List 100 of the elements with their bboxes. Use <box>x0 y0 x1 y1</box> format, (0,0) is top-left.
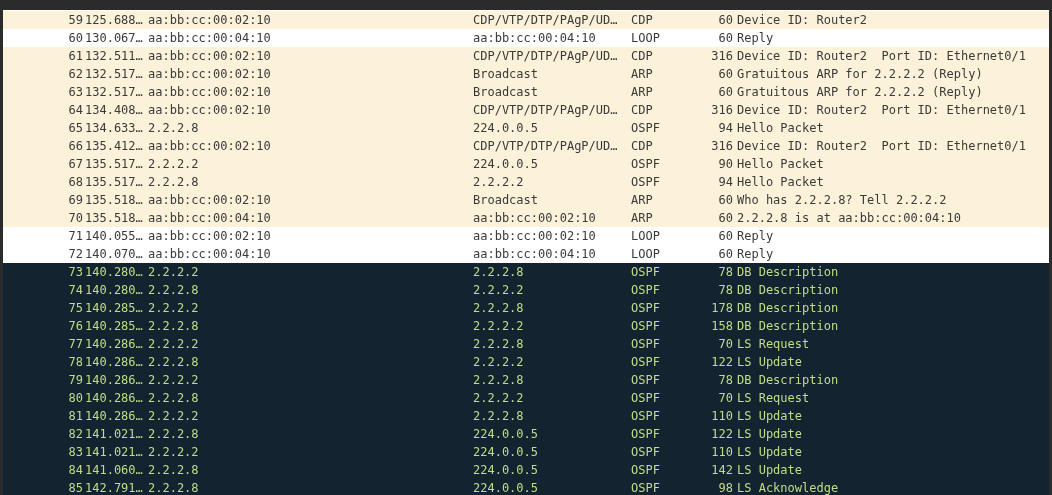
length-cell-text: 94 <box>717 120 733 137</box>
destination-cell-text: Broadcast <box>473 66 540 83</box>
length-cell-text: 60 <box>717 246 733 263</box>
packet-row[interactable]: 65 134.633… 2.2.2.8 224.0.0.5 OSPF 94 Hello Packet <box>3 119 1049 137</box>
length-cell-text: 316 <box>710 48 733 65</box>
info-cell-text: Device ID: Router2 Port ID: Ethernet0/1 <box>736 102 1027 119</box>
protocol-cell-text: OSPF <box>631 174 661 191</box>
destination-cell-text: CDP/VTP/DTP/PAgP/UD… <box>473 12 619 29</box>
packet-row[interactable]: 82 141.021… 2.2.2.8 224.0.0.5 OSPF 122 LS Update <box>3 425 1049 443</box>
protocol-cell-text: ARP <box>631 84 654 101</box>
protocol-cell-text: CDP <box>631 48 654 65</box>
number-cell-text: 71 <box>67 228 84 245</box>
packet-row[interactable]: 66 135.412… aa:bb:cc:00:02:10 CDP/VTP/DTP/PAgP/UD… CDP 316 Device ID: Router2 Port ID: Ethernet0/1 <box>3 137 1049 155</box>
destination-cell-text: 2.2.2.2 <box>473 282 525 299</box>
info-cell-text: LS Update <box>736 426 804 443</box>
protocol-cell-text: OSPF <box>631 156 661 173</box>
info-cell-text: Gratuitous ARP for 2.2.2.2 (Reply) <box>736 84 984 101</box>
source-cell-text: aa:bb:cc:00:02:10 <box>147 228 272 245</box>
packet-row[interactable]: 62 132.517… aa:bb:cc:00:02:10 Broadcast ARP 60 Gratuitous ARP for 2.2.2.2 (Reply) <box>3 65 1049 83</box>
protocol-cell-text: CDP <box>631 12 654 29</box>
info-cell-text: 2.2.2.8 is at aa:bb:cc:00:04:10 <box>736 210 962 227</box>
number-cell-text: 81 <box>67 408 84 425</box>
destination-cell-text: CDP/VTP/DTP/PAgP/UD… <box>473 48 619 65</box>
packet-row[interactable]: 77 140.286… 2.2.2.2 2.2.2.8 OSPF 70 LS Request <box>3 335 1049 353</box>
protocol-cell-text: LOOP <box>631 30 661 47</box>
number-cell-text: 72 <box>67 246 84 263</box>
number-cell-text: 77 <box>67 336 84 353</box>
packet-row[interactable]: 84 141.060… 2.2.2.8 224.0.0.5 OSPF 142 LS Update <box>3 461 1049 479</box>
source-cell-text: 2.2.2.2 <box>147 372 200 389</box>
info-cell-text: DB Description <box>736 318 840 335</box>
destination-cell-text: 2.2.2.8 <box>473 264 525 281</box>
info-cell-text: Hello Packet <box>736 156 825 173</box>
length-cell-text: 70 <box>717 390 733 407</box>
protocol-cell-text: OSPF <box>631 444 661 461</box>
packet-row[interactable]: 83 141.021… 2.2.2.2 224.0.0.5 OSPF 110 LS Update <box>3 443 1049 461</box>
protocol-cell-text: OSPF <box>631 426 661 443</box>
source-cell-text: 2.2.2.8 <box>147 354 200 371</box>
length-cell-text: 60 <box>717 84 733 101</box>
length-cell-text: 122 <box>710 426 733 443</box>
length-cell-text: 60 <box>717 12 733 29</box>
destination-cell-text: 2.2.2.2 <box>473 354 525 371</box>
source-cell-text: aa:bb:cc:00:04:10 <box>147 210 272 227</box>
info-cell-text: Device ID: Router2 Port ID: Ethernet0/1 <box>736 138 1027 155</box>
destination-cell-text: Broadcast <box>473 192 540 209</box>
packet-row[interactable]: 73 140.280… 2.2.2.2 2.2.2.8 OSPF 78 DB Description <box>3 263 1049 281</box>
packet-row[interactable]: 78 140.286… 2.2.2.8 2.2.2.2 OSPF 122 LS Update <box>3 353 1049 371</box>
source-cell-text: aa:bb:cc:00:02:10 <box>147 84 272 101</box>
packet-row[interactable]: 68 135.517… 2.2.2.8 2.2.2.2 OSPF 94 Hello Packet <box>3 173 1049 191</box>
packet-row[interactable]: 59 125.688… aa:bb:cc:00:02:10 CDP/VTP/DTP/PAgP/UD… CDP 60 Device ID: Router2 <box>3 11 1049 29</box>
packet-row[interactable]: 64 134.408… aa:bb:cc:00:02:10 CDP/VTP/DTP/PAgP/UD… CDP 316 Device ID: Router2 Port ID: Ethernet0/1 <box>3 101 1049 119</box>
source-cell-text: 2.2.2.8 <box>147 462 200 479</box>
packet-row[interactable]: 79 140.286… 2.2.2.2 2.2.2.8 OSPF 78 DB Description <box>3 371 1049 389</box>
packet-row[interactable]: 63 132.517… aa:bb:cc:00:02:10 Broadcast ARP 60 Gratuitous ARP for 2.2.2.2 (Reply) <box>3 83 1049 101</box>
info-cell-text: LS Request <box>736 336 811 353</box>
packet-row[interactable]: 85 142.791… 2.2.2.8 224.0.0.5 OSPF 98 LS Acknowledge <box>3 479 1049 495</box>
number-cell-text: 76 <box>67 318 84 335</box>
protocol-cell-text: OSPF <box>631 282 661 299</box>
packet-row[interactable]: 81 140.286… 2.2.2.2 2.2.2.8 OSPF 110 LS Update <box>3 407 1049 425</box>
info-cell-text: LS Update <box>736 408 804 425</box>
packet-row[interactable]: 76 140.285… 2.2.2.8 2.2.2.2 OSPF 158 DB Description <box>3 317 1049 335</box>
number-cell-text: 65 <box>67 120 84 137</box>
protocol-cell-text: ARP <box>631 210 654 227</box>
destination-cell-text: 224.0.0.5 <box>473 156 540 173</box>
number-cell-text: 79 <box>67 372 84 389</box>
length-cell-text: 178 <box>710 300 733 317</box>
number-cell-text: 69 <box>67 192 84 209</box>
destination-cell-text: CDP/VTP/DTP/PAgP/UD… <box>473 138 619 155</box>
packet-row[interactable]: 69 135.518… aa:bb:cc:00:02:10 Broadcast ARP 60 Who has 2.2.2.8? Tell 2.2.2.2 <box>3 191 1049 209</box>
source-cell-text: aa:bb:cc:00:02:10 <box>147 48 272 65</box>
packet-row[interactable]: 75 140.285… 2.2.2.2 2.2.2.8 OSPF 178 DB Description <box>3 299 1049 317</box>
packet-row[interactable]: 74 140.280… 2.2.2.8 2.2.2.2 OSPF 78 DB Description <box>3 281 1049 299</box>
length-cell-text: 316 <box>710 138 733 155</box>
source-cell-text: aa:bb:cc:00:02:10 <box>147 138 272 155</box>
protocol-cell-text: LOOP <box>631 246 661 263</box>
protocol-cell-text: LOOP <box>631 228 661 245</box>
length-cell-text: 60 <box>717 66 733 83</box>
destination-cell-text: 2.2.2.2 <box>473 318 525 335</box>
length-cell-text: 60 <box>717 192 733 209</box>
source-cell-text: aa:bb:cc:00:04:10 <box>147 30 272 47</box>
destination-cell-text: 224.0.0.5 <box>473 444 540 461</box>
length-cell-text: 78 <box>717 264 733 281</box>
destination-cell-text: 2.2.2.2 <box>473 174 525 191</box>
source-cell-text: 2.2.2.8 <box>147 282 200 299</box>
packet-row[interactable]: 70 135.518… aa:bb:cc:00:04:10 aa:bb:cc:00:02:10 ARP 60 2.2.2.8 is at aa:bb:cc:00:04:10 <box>3 209 1049 227</box>
number-cell-text: 62 <box>67 66 84 83</box>
number-cell-text: 68 <box>67 174 84 191</box>
number-cell-text: 64 <box>67 102 84 119</box>
packet-row[interactable]: 67 135.517… 2.2.2.2 224.0.0.5 OSPF 90 Hello Packet <box>3 155 1049 173</box>
number-cell-text: 59 <box>67 12 84 29</box>
number-cell-text: 78 <box>67 354 84 371</box>
packet-row[interactable]: 80 140.286… 2.2.2.8 2.2.2.2 OSPF 70 LS Request <box>3 389 1049 407</box>
destination-cell-text: 2.2.2.8 <box>473 336 525 353</box>
destination-cell-text: aa:bb:cc:00:02:10 <box>473 210 597 227</box>
info-cell-text: Gratuitous ARP for 2.2.2.2 (Reply) <box>736 66 984 83</box>
number-cell-text: 84 <box>67 462 84 479</box>
number-cell-text: 75 <box>67 300 84 317</box>
info-cell-text: LS Acknowledge <box>736 480 840 495</box>
length-cell-text: 60 <box>717 210 733 227</box>
packet-row[interactable]: 61 132.511… aa:bb:cc:00:02:10 CDP/VTP/DTP/PAgP/UD… CDP 316 Device ID: Router2 Port ID: Ethernet0/1 <box>3 47 1049 65</box>
number-cell-text: 85 <box>67 480 84 495</box>
